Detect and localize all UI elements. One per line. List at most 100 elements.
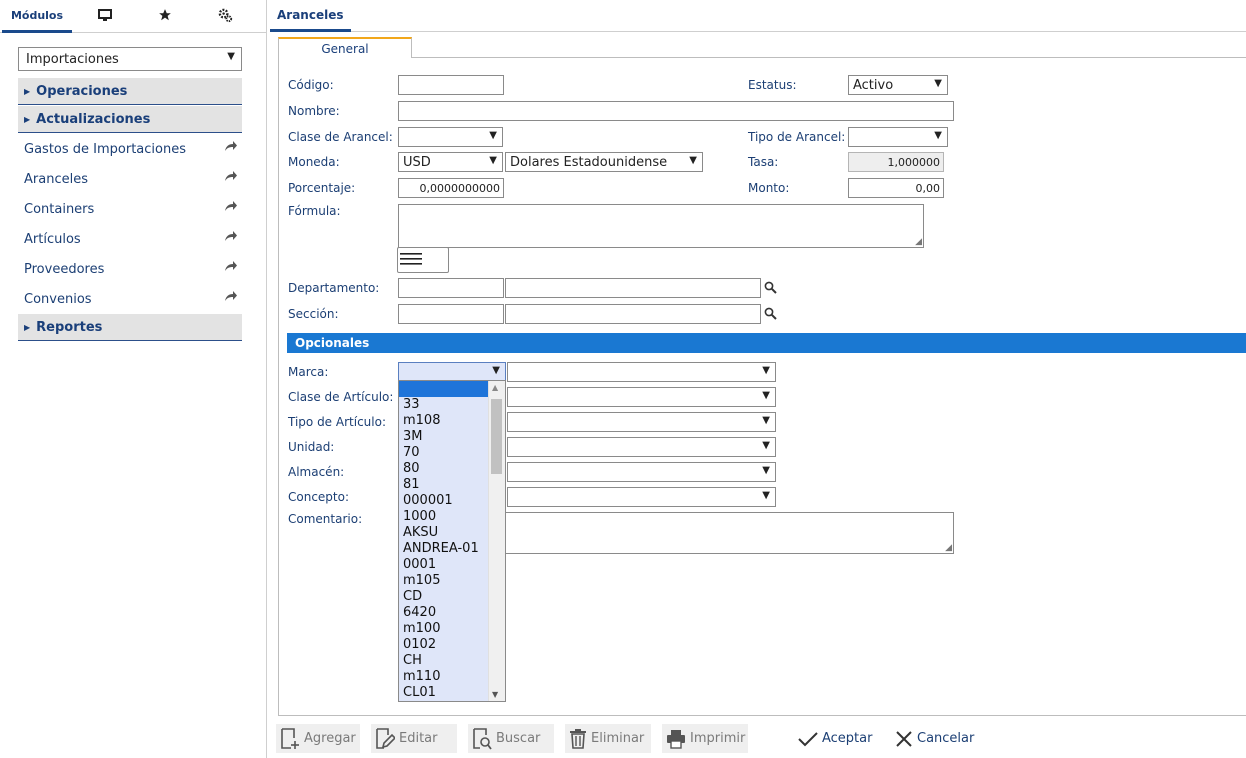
comentario-textarea[interactable]: ◢ [505, 512, 954, 554]
group-operaciones[interactable]: ▶ Operaciones [18, 78, 242, 105]
scrollbar-thumb[interactable] [491, 399, 502, 474]
codigo-label: Código: [288, 78, 334, 92]
tipo-articulo-select[interactable]: ▼ [507, 412, 776, 432]
tab-general-label: General [321, 41, 369, 56]
gear-icon [218, 8, 233, 26]
chevron-down-icon: ▼ [762, 490, 770, 501]
unidad-label: Unidad: [288, 440, 335, 454]
cancelar-button[interactable]: Cancelar [891, 724, 977, 753]
concepto-select[interactable]: ▼ [507, 487, 776, 507]
sidebar-item-proveedores[interactable]: Proveedores [18, 255, 242, 283]
edit-icon [375, 727, 395, 750]
caret-right-icon: ▶ [24, 322, 31, 332]
unidad-select[interactable]: ▼ [507, 437, 776, 457]
moneda-code-value: USD [403, 154, 431, 170]
sidebar-tabs: Módulos [0, 0, 266, 33]
printer-icon [666, 729, 686, 749]
group-actualizaciones[interactable]: ▶ Actualizaciones [18, 106, 242, 133]
tasa-input: 1,000000 [848, 152, 944, 172]
aceptar-button[interactable]: Aceptar [794, 724, 874, 753]
tab-settings[interactable] [208, 0, 242, 33]
marca-dropdown-list[interactable]: 33 m108 3M 70 80 81 000001 1000 AKSU AND… [398, 380, 506, 702]
scroll-up-icon[interactable]: ▲ [492, 383, 498, 392]
star-icon [158, 8, 172, 25]
marca-name-select[interactable]: ▼ [507, 362, 776, 382]
chevron-down-icon: ▼ [227, 51, 235, 62]
module-select[interactable]: Importaciones ▼ [18, 47, 242, 71]
share-arrow-icon [224, 230, 238, 246]
caret-right-icon: ▶ [24, 86, 31, 96]
comentario-label: Comentario: [288, 512, 363, 526]
group-reportes-label: Reportes [36, 319, 103, 335]
almacen-label: Almacén: [288, 465, 345, 479]
group-reportes[interactable]: ▶ Reportes [18, 314, 242, 341]
eliminar-label: Eliminar [591, 731, 645, 746]
editar-button[interactable]: Editar [371, 724, 457, 753]
porcentaje-label: Porcentaje: [288, 181, 356, 195]
marca-code-select[interactable]: ▼ [398, 362, 506, 382]
porcentaje-input[interactable]: 0,0000000000 [398, 178, 504, 198]
tab-general[interactable]: General [278, 37, 412, 58]
sidebar-item-aranceles[interactable]: Aranceles [18, 165, 242, 193]
sidebar: Módulos Importaciones ▼ ▶ Operaciones ▶ … [0, 0, 267, 758]
main-tabbar: Aranceles [270, 0, 1246, 32]
sidebar-item-label: Proveedores [24, 261, 105, 277]
chevron-down-icon: ▼ [489, 130, 497, 141]
share-arrow-icon [224, 290, 238, 306]
tab-modulos[interactable]: Módulos [2, 0, 72, 33]
chevron-down-icon: ▼ [934, 78, 942, 89]
chevron-down-icon: ▼ [762, 365, 770, 376]
sidebar-item-articulos[interactable]: Artículos [18, 225, 242, 253]
clase-arancel-select[interactable]: ▼ [398, 127, 503, 147]
concepto-label: Concepto: [288, 490, 350, 504]
check-icon [798, 731, 818, 747]
tab-aranceles-label: Aranceles [277, 7, 344, 22]
monto-label: Monto: [748, 181, 790, 195]
departamento-name-input[interactable] [505, 278, 761, 298]
agregar-button[interactable]: Agregar [276, 724, 360, 753]
eliminar-button[interactable]: Eliminar [565, 724, 651, 753]
seccion-name-input[interactable] [505, 304, 761, 324]
monto-input[interactable]: 0,00 [848, 178, 944, 198]
share-arrow-icon [224, 200, 238, 216]
moneda-name-select[interactable]: Dolares Estadounidense ▼ [505, 152, 703, 172]
clase-articulo-select[interactable]: ▼ [507, 387, 776, 407]
chevron-down-icon: ▼ [762, 440, 770, 451]
nombre-input[interactable] [398, 101, 954, 121]
formula-menu-button[interactable] [397, 247, 449, 273]
scroll-down-icon[interactable]: ▼ [492, 690, 498, 699]
buscar-button[interactable]: Buscar [468, 724, 554, 753]
departamento-code-input[interactable] [398, 278, 504, 298]
caret-right-icon: ▶ [24, 114, 31, 124]
moneda-code-select[interactable]: USD ▼ [398, 152, 503, 172]
opcionales-title: Opcionales [295, 336, 370, 350]
sidebar-item-gastos[interactable]: Gastos de Importaciones [18, 135, 242, 163]
imprimir-button[interactable]: Imprimir [662, 724, 748, 753]
sidebar-item-convenios[interactable]: Convenios [18, 285, 242, 313]
almacen-select[interactable]: ▼ [507, 462, 776, 482]
sidebar-item-containers[interactable]: Containers [18, 195, 242, 223]
share-arrow-icon [224, 140, 238, 156]
sidebar-item-label: Artículos [24, 231, 81, 247]
search-icon[interactable] [764, 307, 777, 323]
monitor-icon [98, 8, 112, 25]
imprimir-label: Imprimir [690, 731, 746, 746]
formula-textarea[interactable]: ◢ [398, 204, 924, 248]
opcionales-section-header: Opcionales [287, 333, 1246, 353]
tab-monitor[interactable] [88, 0, 122, 33]
seccion-code-input[interactable] [398, 304, 504, 324]
resize-grip-icon: ◢ [945, 543, 952, 553]
tab-aranceles[interactable]: Aranceles [270, 0, 351, 32]
estatus-select[interactable]: Activo ▼ [848, 75, 948, 95]
estatus-value: Activo [853, 77, 894, 93]
tipo-arancel-select[interactable]: ▼ [848, 127, 948, 147]
cancelar-label: Cancelar [917, 731, 975, 746]
clase-articulo-label: Clase de Artículo: [288, 390, 394, 404]
search-document-icon [472, 727, 492, 750]
share-arrow-icon [224, 170, 238, 186]
tab-favorites[interactable] [148, 0, 182, 33]
resize-grip-icon: ◢ [915, 237, 922, 247]
search-icon[interactable] [764, 281, 777, 297]
codigo-input[interactable] [398, 75, 504, 95]
dropdown-scrollbar[interactable]: ▲ ▼ [488, 381, 505, 701]
